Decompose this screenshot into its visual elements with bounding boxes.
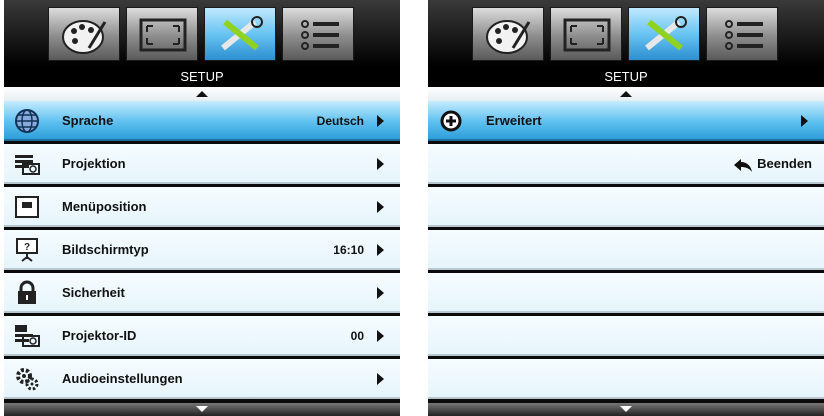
menu-item-label: Audioeinstellungen: [62, 371, 183, 386]
exit-button[interactable]: Beenden: [733, 144, 812, 184]
globe-icon: [15, 109, 39, 133]
menu-item-label: Bildschirmtyp: [62, 242, 149, 257]
menu-item-label: Projektion: [62, 156, 126, 171]
chevron-right-icon: [377, 373, 384, 385]
menu-title: SETUP: [428, 67, 824, 87]
menu-position-icon: [15, 196, 39, 218]
menu-item-menueposition[interactable]: Menüposition: [4, 187, 400, 227]
empty-row: [428, 359, 824, 399]
tools-icon: [645, 16, 687, 51]
list-icon: [301, 20, 339, 50]
empty-row: [428, 187, 824, 227]
screen-icon: [563, 18, 611, 52]
tab-display[interactable]: [126, 7, 198, 61]
svg-text:?: ?: [24, 242, 30, 253]
setup-panel-right: SETUP Erweitert Beenden: [428, 0, 824, 416]
arrow-down-icon[interactable]: [196, 406, 208, 412]
tab-setup[interactable]: [204, 7, 276, 61]
menu-item-projektion[interactable]: Projektion: [4, 144, 400, 184]
plus-circle-icon: [440, 110, 462, 132]
empty-row: [428, 316, 824, 356]
chevron-right-icon: [377, 115, 384, 127]
menu-list: Erweitert Beenden: [428, 101, 824, 403]
empty-row: [428, 230, 824, 270]
tab-display[interactable]: [550, 7, 622, 61]
menu-item-bildschirmtyp[interactable]: ? Bildschirmtyp 16:10: [4, 230, 400, 270]
scroll-up-area: [428, 87, 824, 101]
return-arrow-icon: [734, 158, 753, 172]
menu-item-audioeinstellungen[interactable]: Audioeinstellungen: [4, 359, 400, 399]
menu-item-erweitert[interactable]: Erweitert: [428, 101, 824, 141]
menu-item-label: Menüposition: [62, 199, 147, 214]
projector-icon: [15, 155, 40, 175]
chevron-right-icon: [377, 158, 384, 170]
menu-item-sicherheit[interactable]: Sicherheit: [4, 273, 400, 313]
menu-item-label: Sprache: [62, 113, 114, 128]
arrow-up-icon[interactable]: [196, 91, 208, 97]
chevron-right-icon: [377, 244, 384, 256]
projector-id-icon: [15, 325, 40, 347]
chevron-right-icon: [801, 115, 808, 127]
menu-title: SETUP: [4, 67, 400, 87]
scroll-down-area: [428, 403, 824, 416]
setup-panel-left: SETUP Sprache Deutsch Projektion Menüpos…: [4, 0, 400, 416]
menu-item-projektor-id[interactable]: Projektor-ID 00: [4, 316, 400, 356]
arrow-up-icon[interactable]: [620, 91, 632, 97]
lock-icon: [18, 280, 36, 304]
exit-label: Beenden: [757, 156, 812, 171]
palette-icon: [62, 20, 107, 54]
arrow-down-icon[interactable]: [620, 406, 632, 412]
menu-item-label: Sicherheit: [62, 285, 125, 300]
tab-image-settings[interactable]: [472, 7, 544, 61]
tab-setup[interactable]: [628, 7, 700, 61]
chevron-right-icon: [377, 287, 384, 299]
scroll-up-area: [4, 87, 400, 101]
empty-row: [428, 273, 824, 313]
chevron-right-icon: [377, 330, 384, 342]
tab-options[interactable]: [282, 7, 354, 61]
tab-options[interactable]: [706, 7, 778, 61]
tab-bar: [4, 0, 400, 67]
menu-item-value: 00: [350, 329, 364, 343]
screen-type-icon: ?: [16, 238, 38, 262]
tab-bar: [428, 0, 824, 67]
menu-item-sprache[interactable]: Sprache Deutsch: [4, 101, 400, 141]
menu-item-value: 16:10: [333, 243, 364, 257]
palette-icon: [486, 20, 531, 54]
tab-image-settings[interactable]: [48, 7, 120, 61]
screen-icon: [139, 18, 187, 52]
scroll-down-area: [4, 403, 400, 416]
menu-item-value: Deutsch: [316, 114, 364, 128]
menu-item-label: Erweitert: [486, 113, 542, 128]
list-icon: [725, 20, 763, 50]
menu-item-label: Projektor-ID: [62, 328, 137, 343]
menu-item-exit[interactable]: Beenden: [428, 144, 824, 184]
gears-icon: [16, 368, 39, 391]
tools-icon: [221, 16, 263, 51]
menu-list: Sprache Deutsch Projektion Menüposition: [4, 101, 400, 403]
chevron-right-icon: [377, 201, 384, 213]
